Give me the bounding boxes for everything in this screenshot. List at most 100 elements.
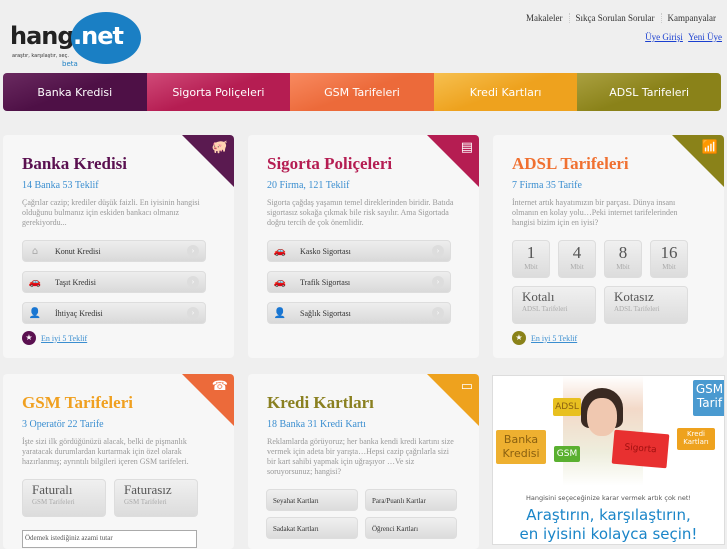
card-banka-kredisi: 🐖 Banka Kredisi 14 Banka 53 Teklif Çağrı… <box>3 135 234 358</box>
sadakat-kartlari-button[interactable]: Sadakat Kartları <box>266 517 358 539</box>
nav-gsm[interactable]: GSM Tarifeleri <box>290 73 434 111</box>
speed-value: 8 <box>618 243 628 262</box>
link-kampanyalar[interactable]: Kampanyalar <box>660 13 722 23</box>
card-subtitle: 7 Firma 35 Tarife <box>512 180 582 191</box>
button-label: Taşıt Kredisi <box>55 277 96 287</box>
card-subtitle: 18 Banka 31 Kredi Kartı <box>267 419 366 430</box>
chevron-right-icon: › <box>187 245 199 257</box>
faturali-button[interactable]: Faturalı GSM Tarifeleri <box>22 479 106 517</box>
speed-4-button[interactable]: 4 Mbit <box>558 240 596 278</box>
card-subtitle: 14 Banka 53 Teklif <box>22 180 99 191</box>
tag-adsl: ADSL <box>553 398 581 416</box>
card-kredi-kartlari: ▭ Kredi Kartları 18 Banka 31 Kredi Kartı… <box>248 374 479 549</box>
speed-value: 1 <box>526 243 536 262</box>
card-subtitle: 3 Operatör 22 Tarife <box>22 419 104 430</box>
tasit-kredisi-button[interactable]: 🚗 Taşıt Kredisi › <box>22 271 206 293</box>
user-links: Üye Girişi Yeni Üye <box>642 32 722 42</box>
speed-value: 4 <box>572 243 582 262</box>
logo-tld: .net <box>73 22 124 50</box>
speed-value: 16 <box>660 243 678 262</box>
seyahat-kartlari-button[interactable]: Seyahat Kartları <box>266 489 358 511</box>
best-offers: ★ En iyi 5 Teklif <box>22 331 87 345</box>
card-title[interactable]: Sigorta Poliçeleri <box>267 154 392 174</box>
link-sss[interactable]: Sıkça Sorulan Sorular <box>568 13 661 23</box>
chevron-right-icon: › <box>187 307 199 319</box>
max-amount-input[interactable]: Ödemek istediğiniz azami tutar <box>22 530 197 548</box>
link-makaleler[interactable]: Makaleler <box>520 13 568 23</box>
para-puanli-kartlar-button[interactable]: Para/Puanlı Kartlar <box>365 489 457 511</box>
tag-kredi-kartlari: Kredi Kartları <box>677 428 715 450</box>
type-sub: ADSL Tarifeleri <box>522 305 568 313</box>
house-icon: ⌂ <box>31 245 39 257</box>
register-link[interactable]: Yeni Üye <box>688 32 722 42</box>
type-label: Kotalı <box>522 289 555 304</box>
type-label: Faturasız <box>124 482 172 497</box>
nav-adsl[interactable]: ADSL Tarifeleri <box>577 73 721 111</box>
kotasiz-button[interactable]: Kotasız ADSL Tarifeleri <box>604 286 688 324</box>
headline-line-2: en iyisini kolayca seçin! <box>519 525 698 543</box>
button-label: Trafik Sigortası <box>300 277 351 287</box>
logo-tagline: araştır, karşılaştır, seç. <box>12 53 69 59</box>
card-description: Çağrılar cazip; krediler düşük faizli. E… <box>22 198 200 227</box>
tag-gsm-tarif: GSM Tarif <box>693 380 724 416</box>
card-title[interactable]: GSM Tarifeleri <box>22 393 133 413</box>
kotali-button[interactable]: Kotalı ADSL Tarifeleri <box>512 286 596 324</box>
corner: ☎ <box>182 374 234 426</box>
nav-kredi-kartlari[interactable]: Kredi Kartları <box>433 73 578 111</box>
faturasiz-button[interactable]: Faturasız GSM Tarifeleri <box>114 479 198 517</box>
speed-16-button[interactable]: 16 Mbit <box>650 240 688 278</box>
banner-tagline: Hangisini seçeceğinize karar vermek artı… <box>525 494 692 502</box>
trafik-button[interactable]: 🚗 Trafik Sigortası › <box>267 271 451 293</box>
speed-8-button[interactable]: 8 Mbit <box>604 240 642 278</box>
login-link[interactable]: Üye Girişi <box>645 32 683 42</box>
button-label: İhtiyaç Kredisi <box>55 308 103 318</box>
speed-1-button[interactable]: 1 Mbit <box>512 240 550 278</box>
type-label: Kotasız <box>614 289 654 304</box>
speed-unit: Mbit <box>570 263 584 271</box>
card-description: İnternet artık hayatımızın bir parçası. … <box>512 198 678 227</box>
chevron-right-icon: › <box>187 276 199 288</box>
tag-sigorta: Sigorta <box>611 429 670 469</box>
corner: 🐖 <box>182 135 234 187</box>
card-title[interactable]: ADSL Tarifeleri <box>512 154 629 174</box>
banner-headline: Araştırın, karşılaştırın, en iyisini kola… <box>493 506 724 544</box>
best-offers-link[interactable]: En iyi 5 Teklif <box>41 334 87 343</box>
card-adsl: 📶 ADSL Tarifeleri 7 Firma 35 Tarife İnte… <box>493 135 724 358</box>
card-sigorta: ▤ Sigorta Poliçeleri 20 Firma, 121 Tekli… <box>248 135 479 358</box>
speed-unit: Mbit <box>662 263 676 271</box>
button-label: Kasko Sigortası <box>300 246 351 256</box>
type-label: Faturalı <box>32 482 73 497</box>
button-label: Sağlık Sigortası <box>300 308 351 318</box>
chevron-right-icon: › <box>432 307 444 319</box>
ihtiyac-kredisi-button[interactable]: 👤 İhtiyaç Kredisi › <box>22 302 206 324</box>
card-gsm: ☎ GSM Tarifeleri 3 Operatör 22 Tarife İş… <box>3 374 234 549</box>
kasko-button[interactable]: 🚗 Kasko Sigortası › <box>267 240 451 262</box>
logo[interactable]: hangisi .net araştır, karşılaştır, seç. … <box>10 12 142 68</box>
card-description: İşte sizi ilk gördüğünüzü alacak, belki … <box>22 437 189 466</box>
logo-beta: beta <box>62 60 78 68</box>
saglik-button[interactable]: 👤 Sağlık Sigortası › <box>267 302 451 324</box>
konut-kredisi-button[interactable]: ⌂ Konut Kredisi › <box>22 240 206 262</box>
corner: 📶 <box>672 135 724 187</box>
card-description: Sigorta çağdaş yaşamın temel direklerind… <box>267 198 454 227</box>
best-offers-link[interactable]: En iyi 5 Teklif <box>531 334 577 343</box>
card-title[interactable]: Banka Kredisi <box>22 154 127 174</box>
car-icon: 🚗 <box>273 276 287 288</box>
card-title[interactable]: Kredi Kartları <box>267 393 374 413</box>
router-icon: 📶 <box>701 140 718 155</box>
person-icon: 👤 <box>273 307 287 319</box>
promo-banner[interactable]: Banka Kredisi ADSL GSM Sigorta GSM Tarif… <box>492 375 725 545</box>
car-icon: 🚗 <box>273 245 287 257</box>
phone-icon: ☎ <box>211 379 228 394</box>
speed-unit: Mbit <box>616 263 630 271</box>
chevron-right-icon: › <box>432 245 444 257</box>
nav-sigorta[interactable]: Sigorta Poliçeleri <box>146 73 291 111</box>
ogrenci-kartlari-button[interactable]: Öğrenci Kartları <box>365 517 457 539</box>
car-icon: 🚗 <box>28 276 42 288</box>
card-subtitle: 20 Firma, 121 Teklif <box>267 180 350 191</box>
nav-banka-kredisi[interactable]: Banka Kredisi <box>3 73 147 111</box>
tag-banka-kredisi: Banka Kredisi <box>496 430 546 464</box>
person-icon: 👤 <box>28 307 42 319</box>
star-icon: ★ <box>22 331 36 345</box>
top-links: Makaleler Sıkça Sorulan Sorular Kampanya… <box>520 13 722 23</box>
